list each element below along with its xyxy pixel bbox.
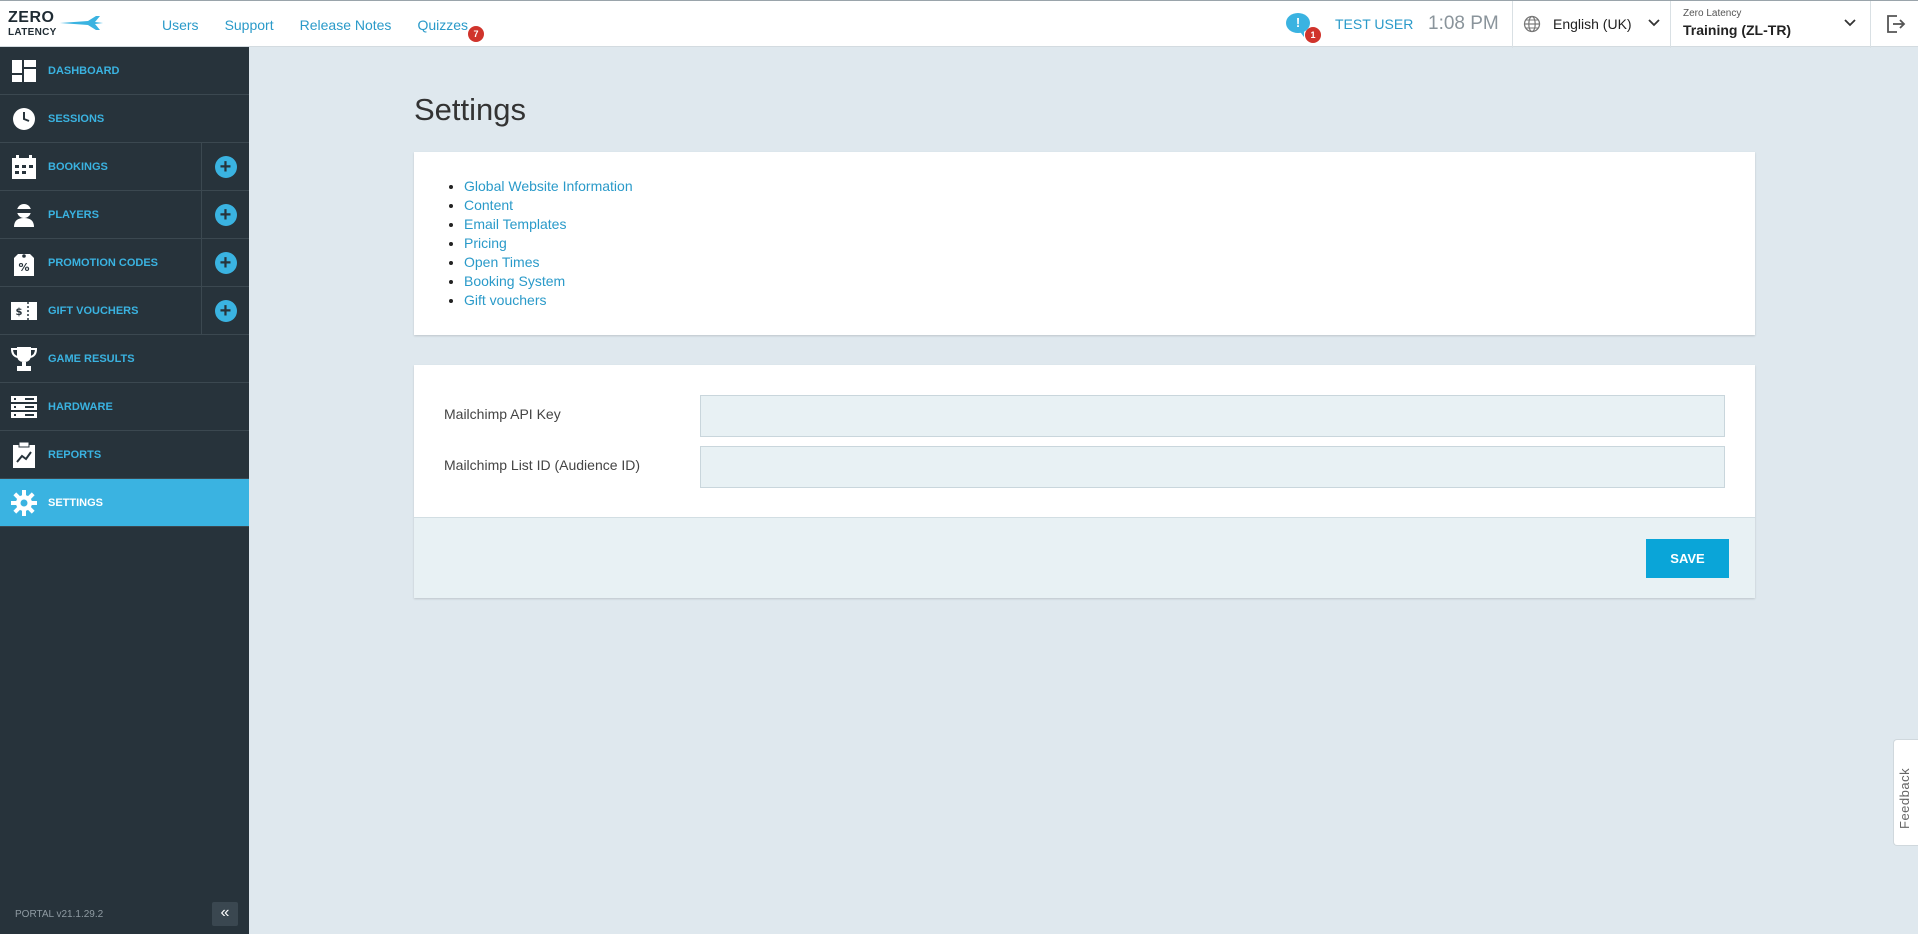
nav-link-users[interactable]: Users bbox=[162, 17, 199, 33]
nav-link-quizzes-label: Quizzes bbox=[417, 16, 469, 33]
add-player-button[interactable]: + bbox=[201, 191, 249, 239]
globe-icon bbox=[1523, 15, 1541, 33]
dashboard-icon bbox=[0, 47, 48, 95]
server-icon bbox=[0, 383, 48, 431]
trophy-icon bbox=[0, 335, 48, 383]
link-booking-system[interactable]: Booking System bbox=[464, 273, 565, 289]
link-email-templates[interactable]: Email Templates bbox=[464, 216, 566, 232]
list-item: Gift vouchers bbox=[464, 291, 633, 310]
sidebar: DASHBOARD SESSIONS BOOKINGS + PLAYERS + … bbox=[0, 47, 249, 934]
sidebar-item-gift-vouchers[interactable]: $ GIFT VOUCHERS + bbox=[0, 287, 249, 335]
notifications-button[interactable]: ! 1 bbox=[1286, 11, 1321, 43]
settings-links-list: Global Website Information Content Email… bbox=[464, 177, 633, 310]
mailchimp-settings-form: Mailchimp API Key Mailchimp List ID (Aud… bbox=[414, 365, 1755, 598]
chevron-down-icon bbox=[1844, 19, 1856, 27]
sidebar-item-label: SESSIONS bbox=[48, 112, 105, 125]
sidebar-item-bookings[interactable]: BOOKINGS + bbox=[0, 143, 249, 191]
sidebar-item-sessions[interactable]: SESSIONS bbox=[0, 95, 249, 143]
save-button[interactable]: SAVE bbox=[1646, 539, 1729, 578]
nav-link-support[interactable]: Support bbox=[225, 17, 274, 33]
mailchimp-list-id-input[interactable] bbox=[700, 446, 1725, 488]
top-bar: ZERO LATENCY Users Support Release Notes… bbox=[0, 0, 1918, 48]
link-open-times[interactable]: Open Times bbox=[464, 254, 539, 270]
form-row-list-id: Mailchimp List ID (Audience ID) bbox=[444, 446, 1744, 488]
sidebar-item-dashboard[interactable]: DASHBOARD bbox=[0, 47, 249, 95]
user-name-link[interactable]: TEST USER bbox=[1335, 16, 1413, 32]
list-item: Content bbox=[464, 196, 633, 215]
sidebar-item-label: DASHBOARD bbox=[48, 64, 120, 77]
voucher-icon: $ bbox=[0, 287, 48, 335]
promo-tag-icon: % bbox=[0, 239, 48, 287]
report-icon bbox=[0, 431, 48, 479]
logout-icon bbox=[1887, 15, 1906, 33]
current-time: 1:08 PM bbox=[1428, 13, 1499, 34]
logo-text-line1: ZERO bbox=[8, 9, 55, 26]
sidebar-item-promotion-codes[interactable]: % PROMOTION CODES + bbox=[0, 239, 249, 287]
mailchimp-api-key-label: Mailchimp API Key bbox=[444, 406, 561, 422]
add-booking-button[interactable]: + bbox=[201, 143, 249, 191]
sidebar-item-label: GIFT VOUCHERS bbox=[48, 304, 139, 317]
language-value: English (UK) bbox=[1553, 16, 1632, 32]
mailchimp-list-id-label: Mailchimp List ID (Audience ID) bbox=[444, 457, 641, 473]
feedback-label: Feedback bbox=[1897, 767, 1912, 829]
sidebar-item-hardware[interactable]: HARDWARE bbox=[0, 383, 249, 431]
logout-button[interactable] bbox=[1870, 1, 1918, 48]
add-gift-voucher-button[interactable]: + bbox=[201, 287, 249, 335]
mailchimp-api-key-input[interactable] bbox=[700, 395, 1725, 437]
plus-icon: + bbox=[214, 300, 237, 322]
gear-icon bbox=[0, 479, 48, 527]
plus-icon: + bbox=[214, 204, 237, 226]
form-row-api-key: Mailchimp API Key bbox=[444, 395, 1744, 437]
sidebar-item-label: GAME RESULTS bbox=[48, 352, 135, 365]
link-content[interactable]: Content bbox=[464, 197, 513, 213]
sidebar-item-reports[interactable]: REPORTS bbox=[0, 431, 249, 479]
language-selector[interactable]: English (UK) bbox=[1512, 1, 1670, 48]
site-name: Training (ZL-TR) bbox=[1683, 22, 1792, 38]
link-gift-vouchers[interactable]: Gift vouchers bbox=[464, 292, 546, 308]
notification-count-badge: 1 bbox=[1305, 27, 1321, 43]
chevron-down-icon bbox=[1648, 19, 1660, 27]
list-item: Open Times bbox=[464, 253, 633, 272]
list-item: Email Templates bbox=[464, 215, 633, 234]
sidebar-item-label: REPORTS bbox=[48, 448, 102, 461]
sidebar-item-settings[interactable]: SETTINGS bbox=[0, 479, 249, 527]
zero-latency-logo[interactable]: ZERO LATENCY bbox=[8, 9, 103, 39]
player-icon bbox=[0, 191, 48, 239]
page-title: Settings bbox=[414, 92, 527, 127]
collapse-sidebar-button[interactable]: « bbox=[212, 902, 238, 926]
link-pricing[interactable]: Pricing bbox=[464, 235, 507, 251]
link-global-website-information[interactable]: Global Website Information bbox=[464, 178, 633, 194]
settings-links-card: Global Website Information Content Email… bbox=[414, 152, 1755, 335]
quizzes-count-badge: 7 bbox=[468, 25, 485, 42]
sidebar-item-game-results[interactable]: GAME RESULTS bbox=[0, 335, 249, 383]
top-nav: Users Support Release Notes Quizzes 7 bbox=[162, 1, 494, 48]
list-item: Booking System bbox=[464, 272, 633, 291]
svg-text:$: $ bbox=[16, 307, 23, 318]
plane-logo-icon bbox=[60, 16, 103, 30]
add-promotion-code-button[interactable]: + bbox=[201, 239, 249, 287]
sidebar-item-label: HARDWARE bbox=[48, 400, 113, 413]
site-org-label: Zero Latency bbox=[1683, 8, 1742, 19]
sidebar-item-label: PROMOTION CODES bbox=[48, 256, 159, 269]
calendar-icon bbox=[0, 143, 48, 191]
logo-text-line2: LATENCY bbox=[8, 27, 57, 38]
sidebar-item-players[interactable]: PLAYERS + bbox=[0, 191, 249, 239]
nav-link-quizzes[interactable]: Quizzes 7 bbox=[417, 16, 485, 42]
site-selector[interactable]: Zero Latency Training (ZL-TR) bbox=[1670, 1, 1870, 48]
plus-icon: + bbox=[214, 252, 237, 274]
sidebar-item-label: BOOKINGS bbox=[48, 160, 108, 173]
portal-version: PORTAL v21.1.29.2 bbox=[15, 909, 104, 920]
plus-icon: + bbox=[214, 156, 237, 178]
form-footer: SAVE bbox=[414, 517, 1755, 598]
nav-link-release-notes[interactable]: Release Notes bbox=[300, 17, 392, 33]
svg-text:%: % bbox=[18, 261, 29, 274]
list-item: Global Website Information bbox=[464, 177, 633, 196]
sidebar-item-label: PLAYERS bbox=[48, 208, 99, 221]
sidebar-item-label: SETTINGS bbox=[48, 496, 104, 509]
list-item: Pricing bbox=[464, 234, 633, 253]
clock-icon bbox=[0, 95, 48, 143]
feedback-tab[interactable]: Feedback bbox=[1893, 739, 1918, 846]
notification-icon-tail bbox=[1298, 29, 1304, 37]
